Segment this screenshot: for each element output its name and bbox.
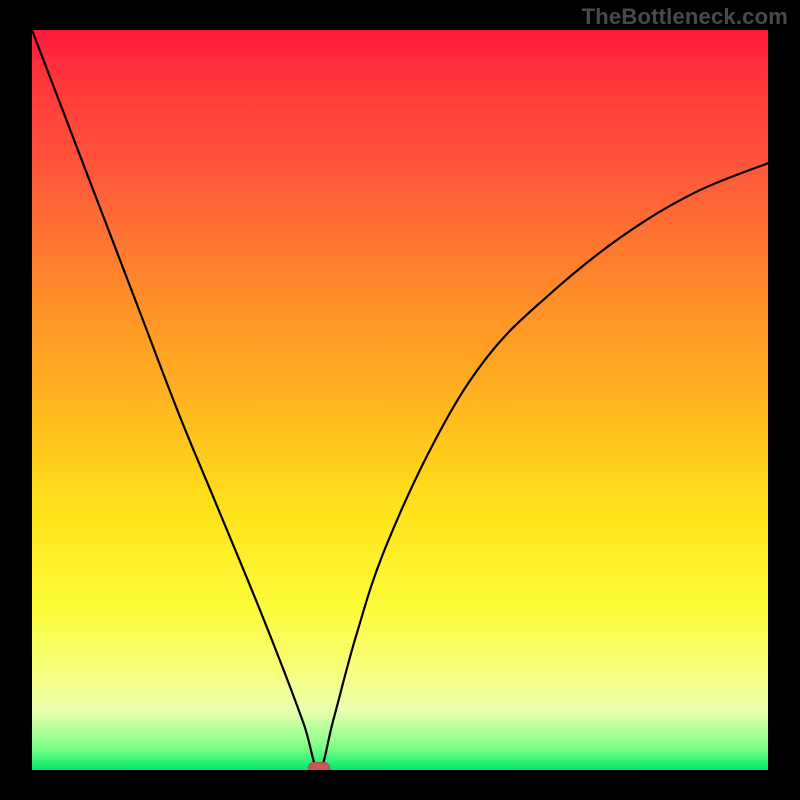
optimal-point-marker — [308, 762, 330, 770]
chart-frame: TheBottleneck.com — [0, 0, 800, 800]
bottleneck-curve — [32, 30, 768, 770]
watermark-text: TheBottleneck.com — [582, 4, 788, 30]
plot-area — [32, 30, 768, 770]
